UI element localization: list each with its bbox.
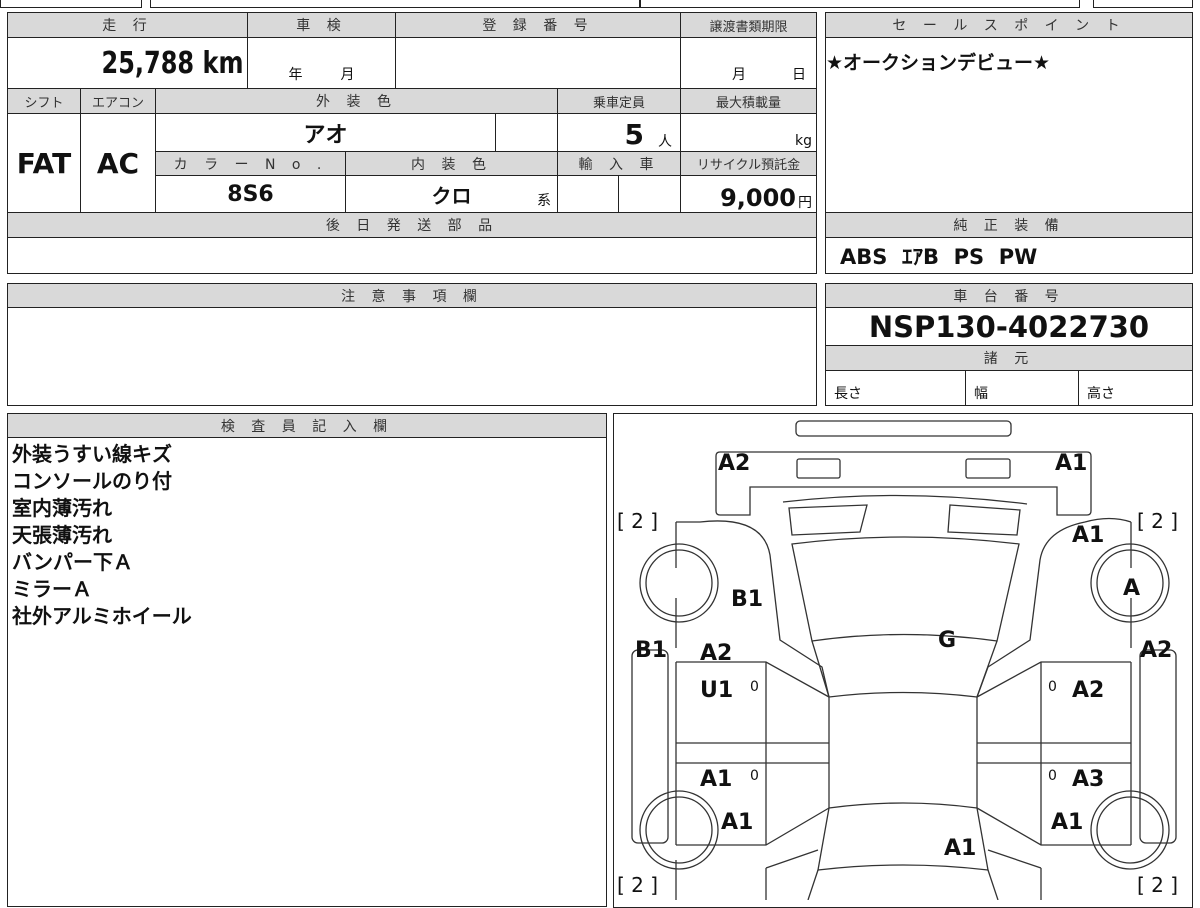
month-label: 月 [340,67,355,83]
import-value [557,175,619,213]
damage-mark: A1 [1051,810,1084,835]
inspector-notes: 外装うすい線キズ コンソールのり付 室内薄汚れ 天張薄汚れ バンパー下Ａ ミラー… [7,437,607,907]
mileage: 25,788 [101,45,194,81]
exterior-value: アオ [155,113,496,152]
capacity-header: 乗車定員 [557,88,681,114]
door-mark: 0 [1048,768,1057,784]
inspector-line: 外装うすい線キズ [12,442,172,466]
inspection-value: 年月 [247,37,396,89]
damage-mark: A2 [718,451,751,476]
damage-mark: A2 [1072,678,1105,703]
inspector-line: コンソールのり付 [12,469,172,493]
damage-mark: A1 [1072,523,1105,548]
transfer-value: 月日 [680,37,817,89]
shift-value: FAT [7,113,81,213]
panel-count: [ 2 ] [617,509,659,533]
damage-mark: G [938,628,957,653]
panel-count: [ 2 ] [1137,509,1179,533]
recycle-value: 9,000 円 [680,175,817,213]
door-mark: 0 [1048,679,1057,695]
top-box [150,0,640,8]
height-cell: 高さ [1078,370,1193,406]
interior: クロ [431,183,472,208]
day-label: 日 [792,67,806,83]
spec-header: 諸 元 [825,345,1193,371]
import-value-2 [618,175,681,213]
top-box [640,0,1080,8]
capacity-unit: 人 [658,134,672,150]
mileage-unit: km [202,45,243,81]
damage-mark: A2 [1140,638,1173,663]
inspector-line: 天張薄汚れ [12,523,112,547]
later-parts-value [7,237,817,274]
door-mark: 0 [750,768,759,784]
inspector-line: バンパー下Ａ [12,550,133,574]
load-value: kg [680,113,817,152]
damage-mark: A3 [1072,767,1105,792]
shift-header: シフト [7,88,81,114]
damage-mark: B1 [731,587,764,612]
import-header: 輸 入 車 [557,151,681,176]
capacity: 5 [624,118,644,151]
damage-mark: U1 [700,678,734,703]
recycle: 9,000 [720,184,796,212]
door-mark: 0 [750,679,759,695]
capacity-value: 5人 [557,113,681,152]
recycle-unit: 円 [798,195,812,211]
chassis-number: NSP130-4022730 [825,307,1193,346]
equipment-header: 純 正 装 備 [825,212,1193,238]
top-box [1093,0,1193,8]
mileage-header: 走 行 [7,12,248,38]
inspector-line: 室内薄汚れ [12,496,112,520]
sales-point-header: セ ー ル ス ポ イ ン ト [825,12,1193,38]
equipment-text: ABS ｴｱB PS PW [825,237,1193,274]
exterior-header: 外 装 色 [155,88,558,114]
damage-mark: B1 [635,638,668,663]
inspector-header: 検 査 員 記 入 欄 [7,413,607,438]
width-cell: 幅 [965,370,1079,406]
notes-header: 注 意 事 項 欄 [7,283,817,308]
registration-value [395,37,681,89]
damage-mark: A2 [700,641,733,666]
ac-header: エアコン [80,88,156,114]
color-no-value: 8S6 [155,175,346,213]
damage-mark: A1 [721,810,754,835]
damage-mark: A1 [700,767,733,792]
damage-mark: A1 [944,836,977,861]
inspector-line: 社外アルミホイール [12,604,192,628]
registration-header: 登 録 番 号 [395,12,681,38]
inspection-header: 車 検 [247,12,396,38]
month-label: 月 [732,67,746,83]
interior-suffix: 系 [537,193,551,209]
transfer-header: 譲渡書類期限 [680,12,817,38]
chassis-header: 車 台 番 号 [825,283,1193,308]
year-label: 年 [288,67,303,83]
top-box [0,0,142,8]
load-header: 最大積載量 [680,88,817,114]
panel-count: [ 2 ] [617,873,659,897]
mileage-value: 25,788 km [7,37,248,89]
interior-value: クロ 系 [345,175,558,213]
color-no-header: カ ラ ー N o . [155,151,346,176]
notes-body [7,307,817,406]
later-parts-header: 後 日 発 送 部 品 [7,212,817,238]
sales-point-text: ★オークションデビュー★ [825,37,1193,213]
length-cell: 長さ [825,370,966,406]
recycle-header: リサイクル預託金 [680,151,817,176]
damage-mark: A [1123,576,1141,601]
interior-header: 内 装 色 [345,151,558,176]
ac-value: AC [80,113,156,213]
panel-count: [ 2 ] [1137,873,1179,897]
inspector-line: ミラーＡ [12,577,92,601]
exterior-extra [495,113,558,152]
damage-mark: A1 [1055,451,1088,476]
